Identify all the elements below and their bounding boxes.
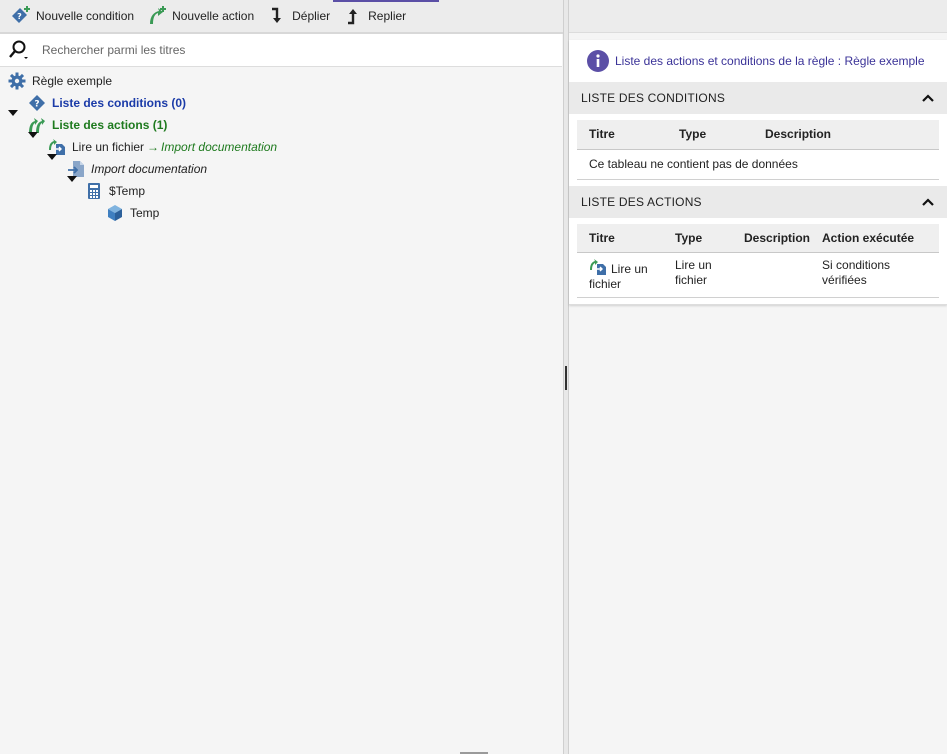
info-text: Liste des actions et conditions de la rè… (615, 54, 925, 68)
splitter-grip[interactable] (565, 366, 567, 390)
tree-node-import[interactable]: Import documentation (67, 158, 207, 180)
tree-node-actions-label: Liste des actions (1) (52, 118, 168, 132)
gear-icon (8, 72, 26, 90)
empty-table-message: Ce tableau ne contient pas de données (577, 149, 939, 180)
conditions-table: Titre Type Description Ce tableau ne con… (577, 120, 939, 180)
search-icon (8, 38, 32, 62)
caret-down-icon[interactable] (8, 108, 18, 118)
calculator-icon (85, 182, 103, 200)
cell-title: Lire un fichier (577, 252, 663, 298)
tree-node-rule[interactable]: Règle exemple (8, 70, 112, 92)
actions-section-title: LISTE DES ACTIONS (581, 194, 702, 209)
column-header-type[interactable]: Type (663, 223, 734, 253)
actions-section-header[interactable]: LISTE DES ACTIONS (569, 185, 947, 218)
tree-node-object-label: Temp (130, 206, 160, 220)
tree-node-object[interactable]: Temp (106, 202, 159, 224)
new-condition-button[interactable]: ? Nouvelle condition (10, 4, 134, 28)
tree-node-arrow: → (147, 140, 160, 154)
new-action-icon (146, 5, 168, 27)
search-input[interactable] (42, 43, 522, 57)
details-panel: Liste des actions et conditions de la rè… (569, 40, 947, 305)
tree-node-read-file-label: Lire un fichier (72, 140, 145, 154)
new-condition-label: Nouvelle condition (36, 9, 135, 23)
table-row: Ce tableau ne contient pas de données (577, 149, 939, 180)
conditions-section-header[interactable]: LISTE DES CONDITIONS (569, 82, 947, 114)
new-condition-icon: ? (10, 5, 32, 27)
actions-section-body: Titre Type Description Action exécutée L… (569, 218, 947, 305)
chevron-up-icon[interactable] (921, 91, 935, 105)
tree-node-rule-label: Règle exemple (32, 74, 113, 88)
expand-label: Déplier (292, 9, 331, 23)
tree-node-read-file-target: Import documentation (161, 140, 278, 154)
cell-description (734, 252, 813, 298)
actions-table: Titre Type Description Action exécutée L… (577, 223, 939, 298)
table-header-row: Titre Type Description Action exécutée (577, 223, 939, 253)
expand-button[interactable]: Déplier (266, 4, 330, 28)
column-header-executed[interactable]: Action exécutée (812, 223, 939, 253)
caret-down-icon[interactable] (67, 174, 77, 184)
new-action-label: Nouvelle action (172, 9, 255, 23)
toolbar-active-indicator (333, 0, 439, 2)
caret-down-icon[interactable] (28, 130, 38, 140)
tree-node-actions[interactable]: Liste des actions (1) (28, 114, 167, 136)
tree-node-import-label: Import documentation (91, 162, 208, 176)
cube-icon (106, 204, 124, 222)
table-row[interactable]: Lire un fichier Lire un fichier Si condi… (577, 252, 939, 298)
collapse-label: Replier (368, 9, 407, 23)
left-pane: ? Nouvelle condition Nouvelle action Dép… (0, 0, 564, 754)
column-header-description[interactable]: Description (753, 120, 939, 150)
caret-down-icon[interactable] (47, 152, 57, 162)
table-header-row: Titre Type Description (577, 120, 939, 150)
collapse-icon (342, 5, 364, 27)
new-action-button[interactable]: Nouvelle action (146, 4, 254, 28)
toolbar: ? Nouvelle condition Nouvelle action Dép… (0, 0, 563, 34)
tree-node-conditions-label: Liste des conditions (0) (52, 96, 187, 110)
tree-node-variable[interactable]: $Temp (85, 180, 145, 202)
search-bar (0, 34, 562, 67)
column-header-title[interactable]: Titre (577, 120, 667, 150)
right-pane: Liste des actions et conditions de la rè… (569, 0, 947, 754)
conditions-section-title: LISTE DES CONDITIONS (581, 91, 726, 105)
condition-icon: ? (28, 94, 46, 112)
chevron-up-icon[interactable] (921, 195, 935, 209)
info-banner: Liste des actions et conditions de la rè… (569, 40, 947, 82)
column-header-title[interactable]: Titre (577, 223, 663, 253)
collapse-button[interactable]: Replier (342, 4, 406, 28)
conditions-section-body: Titre Type Description Ce tableau ne con… (569, 114, 947, 186)
right-toolbar (569, 0, 947, 33)
cell-executed: Si conditions vérifiées (812, 252, 939, 298)
cell-type: Lire un fichier (663, 252, 734, 298)
column-header-type[interactable]: Type (667, 120, 753, 150)
info-icon (587, 50, 609, 72)
svg-text:?: ? (17, 12, 22, 21)
rule-tree: Règle exemple ? Liste des conditions (0)… (0, 67, 563, 747)
tree-node-conditions[interactable]: ? Liste des conditions (0) (28, 92, 186, 114)
tree-node-read-file[interactable]: Lire un fichier → Import documentation (48, 136, 277, 158)
tree-node-variable-label: $Temp (109, 184, 146, 198)
column-header-description[interactable]: Description (734, 223, 813, 253)
svg-text:?: ? (34, 100, 39, 110)
expand-icon (266, 5, 288, 27)
read-file-icon (589, 258, 607, 276)
